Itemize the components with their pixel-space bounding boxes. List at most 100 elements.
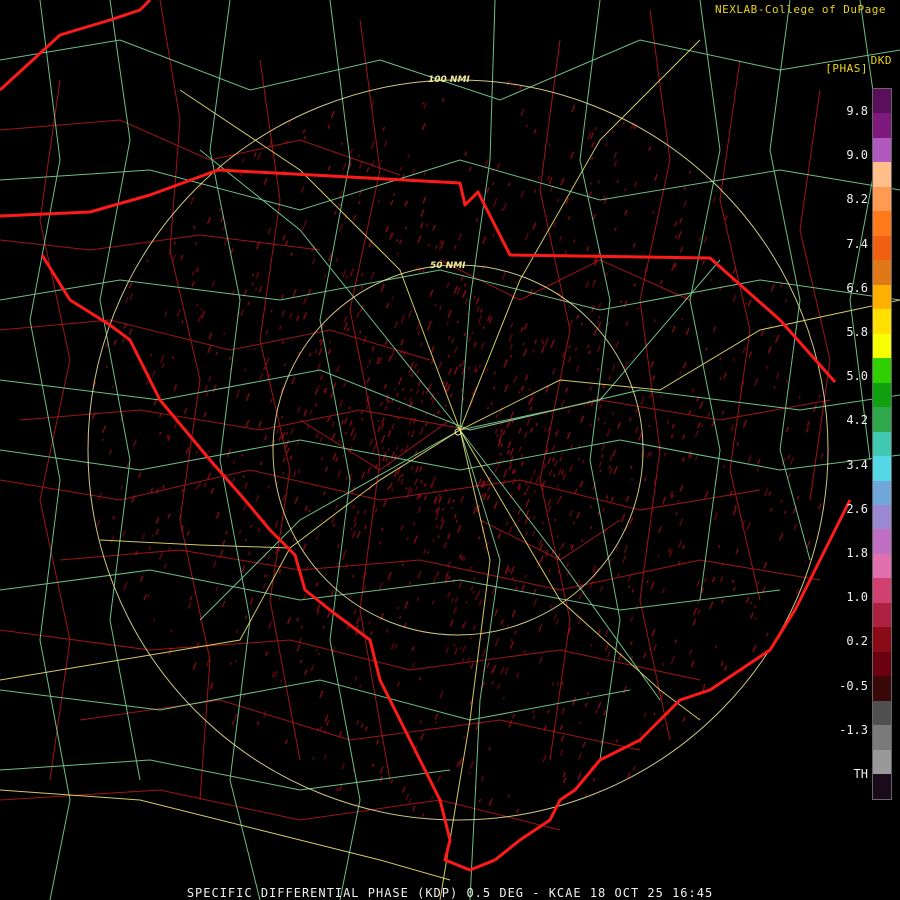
- kdp-speckle: [322, 626, 325, 629]
- kdp-speckle: [680, 317, 684, 321]
- kdp-speckle: [603, 385, 607, 389]
- scale-swatch: [873, 260, 891, 285]
- kdp-speckle: [418, 676, 422, 681]
- kdp-speckle: [208, 449, 211, 453]
- kdp-speckle: [648, 424, 651, 428]
- kdp-speckle: [573, 239, 576, 243]
- scale-tick-label: 0.2: [846, 634, 868, 649]
- kdp-speckle: [359, 684, 362, 688]
- scale-tick-label: -0.5: [839, 678, 868, 693]
- kdp-speckle: [514, 280, 517, 284]
- kdp-speckle: [528, 387, 531, 391]
- scale-swatch: [873, 602, 891, 628]
- kdp-speckle: [688, 170, 692, 175]
- kdp-speckle: [589, 182, 592, 185]
- scale-swatch: [873, 431, 891, 457]
- kdp-speckle: [341, 454, 345, 457]
- kdp-speckle: [393, 388, 396, 391]
- ring-100-nmi-label: 100 NMI: [428, 75, 470, 85]
- kdp-speckle: [482, 326, 485, 330]
- kdp-speckle: [215, 351, 219, 355]
- scale-tick-label: -1.3: [839, 722, 868, 737]
- kdp-speckle: [589, 505, 592, 508]
- kdp-speckle: [619, 300, 623, 304]
- kdp-speckle: [195, 303, 199, 308]
- scale-swatch: [873, 676, 891, 701]
- kdp-speckle: [653, 712, 656, 716]
- kdp-speckle: [466, 312, 469, 316]
- kdp-speckle: [492, 233, 496, 238]
- kdp-speckle: [701, 424, 704, 428]
- kdp-speckle: [657, 554, 660, 558]
- kdp-speckle: [406, 536, 410, 541]
- kdp-speckle: [456, 320, 459, 324]
- kdp-speckle: [392, 193, 396, 196]
- kdp-speckle: [553, 518, 557, 522]
- kdp-speckle: [455, 520, 458, 523]
- kdp-speckle: [404, 397, 407, 401]
- kdp-speckle: [278, 596, 281, 601]
- kdp-speckle: [500, 208, 504, 212]
- kdp-speckle: [442, 507, 445, 511]
- kdp-speckle: [171, 356, 175, 360]
- kdp-speckle: [773, 386, 776, 389]
- kdp-speckle: [590, 157, 594, 161]
- kdp-speckle: [468, 366, 471, 370]
- kdp-speckle: [338, 203, 341, 207]
- kdp-speckle: [435, 721, 438, 724]
- kdp-speckle: [732, 358, 736, 362]
- kdp-speckle: [540, 338, 544, 342]
- kdp-speckle: [421, 101, 425, 105]
- scale-swatch: [873, 651, 891, 677]
- kdp-speckle: [200, 308, 203, 311]
- ring-50-nmi-label: 50 NMI: [430, 261, 466, 271]
- kdp-speckle: [433, 412, 436, 416]
- credit-label: NEXLAB-College of DuPage: [715, 3, 886, 16]
- kdp-speckle: [561, 452, 564, 455]
- kdp-speckle: [677, 561, 681, 565]
- kdp-speckle: [783, 510, 787, 514]
- kdp-speckle: [745, 302, 748, 306]
- kdp-speckle: [151, 534, 154, 538]
- kdp-speckle: [442, 381, 446, 385]
- kdp-speckle: [517, 519, 520, 523]
- kdp-speckle: [232, 460, 236, 464]
- kdp-speckle: [586, 691, 590, 696]
- kdp-speckle: [482, 492, 486, 496]
- kdp-speckle: [596, 367, 600, 372]
- kdp-speckle: [660, 394, 663, 398]
- kdp-speckle: [492, 182, 495, 186]
- kdp-speckle: [627, 585, 631, 589]
- station-tag: DKD: [870, 54, 892, 67]
- kdp-speckle: [315, 648, 318, 652]
- kdp-speckle: [391, 488, 394, 492]
- scale-swatch: [873, 578, 891, 603]
- kdp-speckle: [525, 124, 528, 128]
- kdp-speckle: [279, 326, 282, 330]
- kdp-speckle: [548, 144, 551, 147]
- radar-map: 100 NMI 50 NMI: [0, 0, 900, 900]
- kdp-speckle: [548, 569, 551, 573]
- scale-tick-label: 8.2: [846, 192, 868, 207]
- kdp-speckle: [368, 621, 371, 625]
- scale-swatch: [873, 382, 891, 408]
- units-label: [PHAS]: [825, 62, 868, 75]
- kdp-speckle: [577, 457, 581, 461]
- kdp-speckle: [450, 507, 453, 510]
- kdp-speckle: [249, 525, 253, 528]
- kdp-speckle: [409, 388, 413, 392]
- kdp-speckle: [338, 439, 341, 443]
- kdp-speckle: [397, 416, 400, 420]
- kdp-speckle: [583, 404, 586, 408]
- kdp-speckle: [277, 548, 281, 552]
- scale-swatch: [873, 725, 891, 750]
- scale-swatch: [873, 186, 891, 212]
- kdp-speckle: [472, 590, 475, 594]
- scale-swatch: [873, 480, 891, 505]
- kdp-speckle: [541, 341, 545, 345]
- kdp-speckle: [234, 659, 238, 663]
- kdp-speckle: [283, 363, 286, 367]
- kdp-speckle: [710, 278, 713, 282]
- scale-tick-label: 3.4: [846, 457, 868, 472]
- kdp-speckle: [499, 452, 502, 456]
